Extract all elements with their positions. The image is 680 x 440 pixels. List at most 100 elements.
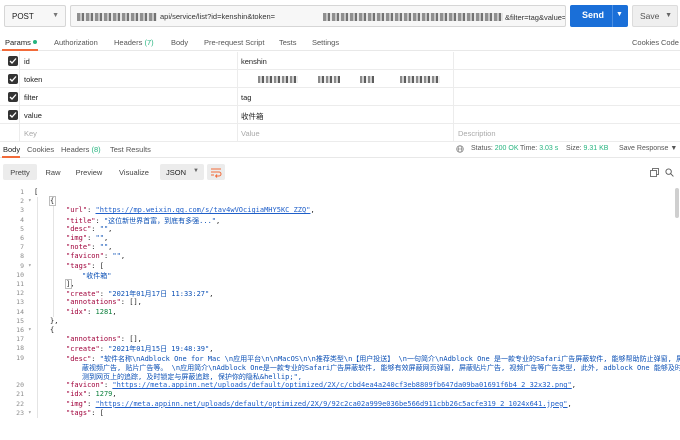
code-content: "idx": 1281, — [66, 308, 117, 316]
wrap-lines-button[interactable] — [207, 164, 225, 180]
line-number: 3 — [20, 206, 24, 215]
param-checkbox[interactable] — [8, 74, 18, 84]
tab-response-body[interactable]: Body — [3, 145, 20, 154]
tab-params[interactable]: Params — [5, 38, 37, 47]
cookies-link[interactable]: Cookies — [632, 38, 659, 47]
view-pretty-button[interactable]: Pretty — [3, 164, 37, 180]
save-label: Save — [640, 11, 660, 21]
column-divider — [453, 52, 454, 70]
param-checkbox[interactable] — [8, 56, 18, 66]
param-key-placeholder[interactable]: Key — [24, 129, 37, 138]
send-label: Send — [582, 10, 605, 20]
param-value[interactable]: 收件箱 — [241, 111, 264, 122]
json-value: 1279 — [95, 390, 113, 399]
json-link-value[interactable]: "https://mp.weixin.qq.com/s/tav4wVOcigia… — [96, 206, 311, 214]
tab-tests[interactable]: Tests — [279, 38, 297, 47]
column-divider — [19, 124, 20, 142]
json-key: "img" — [66, 399, 88, 408]
tab-body[interactable]: Body — [171, 38, 188, 47]
code-line: 2 ▾{ — [0, 197, 680, 206]
status-value: 200 OK — [494, 145, 519, 152]
url-input[interactable]: api/service/list?id=kenshin&token= &filt… — [70, 5, 566, 27]
line-number: 2 — [20, 197, 24, 206]
json-punctuation: : — [99, 290, 109, 299]
code-content: "annotations": [], — [66, 335, 142, 343]
request-tabs: Params Authorization Headers (7) Body Pr… — [0, 34, 680, 51]
param-value[interactable]: tag — [241, 93, 251, 102]
code-scrollbar[interactable] — [674, 186, 680, 440]
tab-prerequest-script[interactable]: Pre-request Script — [204, 38, 264, 47]
json-punctuation: : — [91, 261, 100, 270]
code-content: { — [50, 326, 54, 334]
code-link[interactable]: Code — [661, 38, 679, 47]
tab-headers[interactable]: Headers (7) — [114, 38, 154, 47]
method-select[interactable]: POST ▼ — [4, 5, 66, 27]
save-button[interactable]: Save ▼ — [632, 5, 678, 27]
copy-icon[interactable] — [650, 168, 659, 177]
fold-toggle-icon[interactable]: ▾ — [28, 262, 32, 269]
view-visualize-button[interactable]: Visualize — [112, 164, 156, 180]
view-raw-button[interactable]: Raw — [40, 164, 66, 180]
param-key[interactable]: filter — [24, 93, 38, 102]
param-key[interactable]: value — [24, 111, 42, 120]
url-suffix-text: &filter=tag&value=收件箱 — [505, 13, 566, 22]
code-line: 14 "idx": 1281, — [0, 308, 680, 317]
json-text: "收件箱" — [82, 271, 112, 280]
tab-authorization[interactable]: Authorization — [54, 38, 98, 47]
json-punctuation: : — [91, 224, 100, 233]
code-line: 12 "create": "2021年01月17日 11:33:27", — [0, 289, 680, 298]
code-line: 22 "img": "https://meta.appinn.net/upload… — [0, 400, 680, 409]
code-scrollbar-thumb[interactable] — [675, 188, 679, 218]
param-new-row: Key Value Description — [0, 124, 680, 142]
response-body-code[interactable]: 1[2 ▾{3 "url": "https://mp.weixin.qq.com/s… — [0, 186, 680, 440]
json-punctuation: , — [571, 381, 576, 390]
send-button[interactable]: Send ▼ — [570, 5, 628, 27]
line-number: 14 — [16, 307, 24, 316]
redacted-token — [323, 13, 503, 21]
view-preview-button[interactable]: Preview — [70, 164, 108, 180]
column-divider — [453, 70, 454, 88]
json-key: "desc" — [66, 354, 92, 363]
json-link-value[interactable]: "https://meta.appinn.net/uploads/default… — [112, 381, 571, 389]
line-number: 19 — [16, 353, 24, 362]
fold-toggle-icon[interactable]: ▾ — [28, 409, 32, 416]
line-number: 1 — [20, 188, 24, 196]
param-key[interactable]: id — [24, 57, 30, 66]
param-checkbox[interactable] — [8, 92, 18, 102]
response-headers-count: (8) — [91, 145, 101, 154]
param-description-placeholder[interactable]: Description — [458, 129, 496, 138]
param-value[interactable]: kenshin — [241, 57, 267, 66]
tab-response-headers-label: Headers — [61, 145, 90, 154]
size-readout: Size: 9.31 KB — [566, 145, 608, 152]
param-key[interactable]: token — [24, 75, 42, 84]
chevron-down-icon[interactable]: ▼ — [616, 11, 623, 18]
format-select[interactable]: JSON ▼ — [160, 164, 204, 180]
code-content: [ — [34, 188, 38, 196]
tab-response-headers[interactable]: Headers (8) — [61, 145, 101, 154]
param-value-placeholder[interactable]: Value — [241, 129, 260, 138]
tab-test-results[interactable]: Test Results — [110, 145, 151, 154]
time-label: Time: — [520, 145, 538, 152]
code-line: 4 "title": "这位新世界首富，到底有多强...", — [0, 216, 680, 225]
column-divider — [237, 106, 238, 124]
json-punctuation: , — [567, 399, 572, 408]
json-link-value[interactable]: "https://meta.appinn.net/uploads/default… — [96, 400, 568, 408]
code-content: "img": "https://meta.appinn.net/uploads/… — [66, 400, 572, 408]
search-icon[interactable] — [665, 168, 674, 177]
globe-icon[interactable] — [456, 145, 464, 153]
tab-settings[interactable]: Settings — [312, 38, 339, 47]
json-value: [ — [99, 408, 104, 417]
code-line: 6 "img": "", — [0, 234, 680, 243]
fold-toggle-icon[interactable]: ▾ — [28, 326, 32, 333]
chevron-down-icon[interactable]: ▼ — [665, 12, 672, 19]
param-checkbox[interactable] — [8, 110, 18, 120]
code-line: 9 ▾ "tags": [ — [0, 262, 680, 271]
json-punctuation: : — [87, 307, 96, 316]
json-punctuation: , — [112, 307, 117, 316]
tab-response-cookies[interactable]: Cookies — [27, 145, 54, 154]
fold-toggle-icon[interactable]: ▾ — [28, 197, 32, 204]
params-active-dot — [32, 40, 37, 44]
save-response-button[interactable]: Save Response ▼ — [619, 145, 677, 152]
view-visualize-label: Visualize — [119, 168, 149, 177]
column-divider — [237, 124, 238, 142]
